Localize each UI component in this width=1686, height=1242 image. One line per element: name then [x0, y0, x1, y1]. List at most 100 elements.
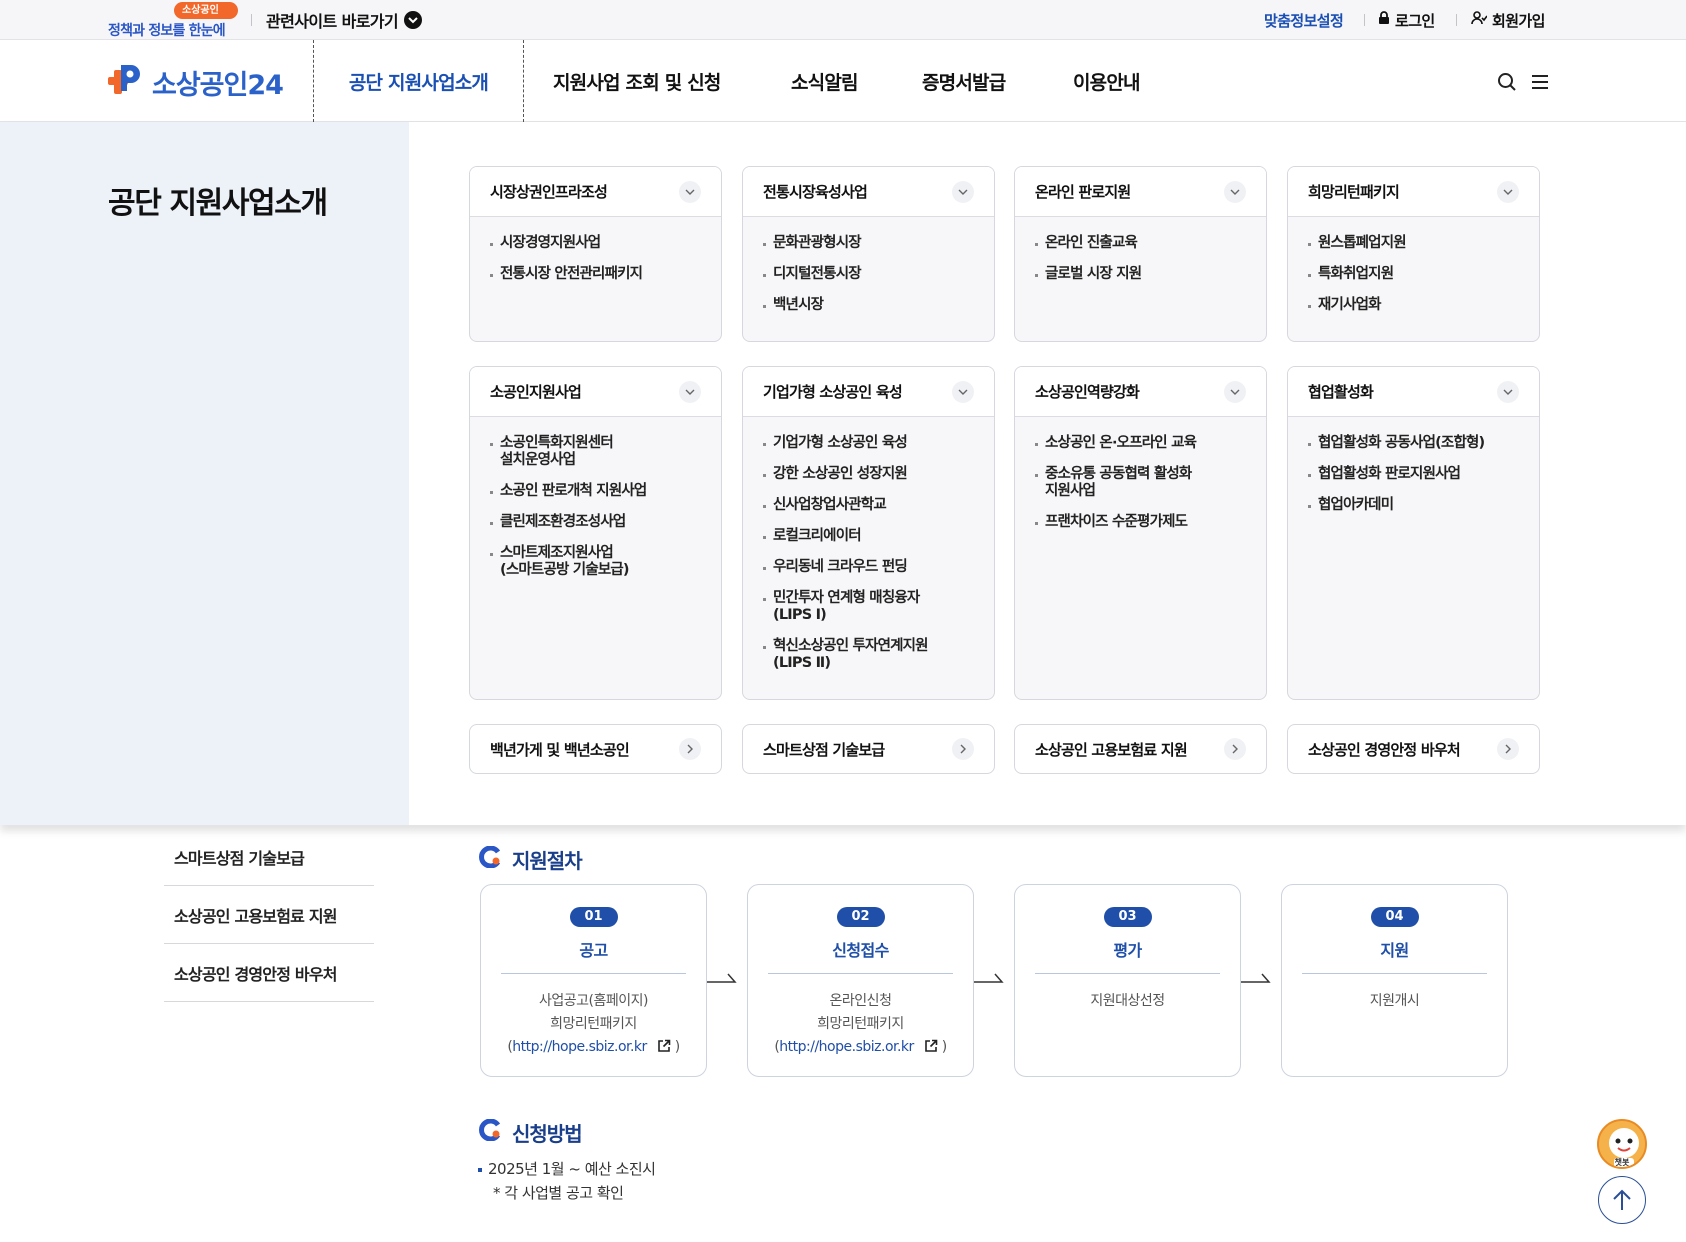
chevron-down-icon[interactable]	[1497, 380, 1519, 403]
category-item[interactable]: 백년시장	[763, 297, 976, 314]
login-label: 로그인	[1395, 11, 1435, 30]
step-desc-line: 온라인신청	[829, 993, 892, 1009]
category-card-header[interactable]: 협업활성화	[1288, 367, 1539, 417]
apply-period: 2025년 1월 ~ 예산 소진시	[478, 1158, 656, 1179]
chevron-right-icon	[1224, 738, 1246, 760]
arrow-right-icon	[1241, 973, 1271, 983]
category-item[interactable]: 중소유통 공동협력 활성화 지원사업	[1035, 466, 1248, 500]
category-title: 협업활성화	[1308, 383, 1374, 401]
category-item[interactable]: 원스톱폐업지원	[1308, 235, 1521, 252]
category-item[interactable]: 협업아카데미	[1308, 497, 1521, 514]
chevron-down-icon[interactable]	[952, 180, 974, 203]
category-item[interactable]: 온라인 진출교육	[1035, 235, 1248, 252]
chevron-down-icon[interactable]	[679, 180, 701, 203]
category-item[interactable]: 소상공인 온·오프라인 교육	[1035, 435, 1248, 452]
category-title: 기업가형 소상공인 육성	[763, 383, 903, 401]
section-mark-icon	[478, 845, 502, 873]
category-item[interactable]: 신사업창업사관학교	[763, 497, 976, 514]
category-card-header[interactable]: 시장상권인프라조성	[470, 167, 721, 217]
chevron-down-icon[interactable]	[1224, 180, 1246, 203]
divider	[501, 973, 686, 974]
category-card-header[interactable]: 소상공인역량강화	[1015, 367, 1266, 417]
chatbot-button[interactable]: 챗봇	[1597, 1119, 1647, 1169]
category-item[interactable]: 디지털전통시장	[763, 266, 976, 283]
category-item[interactable]: 전통시장 안전관리패키지	[490, 266, 703, 283]
category-item[interactable]: 재기사업화	[1308, 297, 1521, 314]
chevron-down-icon[interactable]	[1224, 380, 1246, 403]
procedure-title-label: 지원절차	[512, 849, 583, 873]
category-card-header[interactable]: 기업가형 소상공인 육성	[743, 367, 994, 417]
category-list: 소상공인 온·오프라인 교육 중소유통 공동협력 활성화 지원사업 프랜차이즈 …	[1015, 417, 1266, 531]
category-card-header[interactable]: 온라인 판로지원	[1015, 167, 1266, 217]
step-description: 지원대상선정	[1015, 990, 1240, 1013]
category-card: 소공인지원사업 소공인특화지원센터 설치운영사업 소공인 판로개척 지원사업 클…	[469, 366, 722, 700]
chevron-down-icon[interactable]	[1497, 180, 1519, 203]
category-item[interactable]: 강한 소상공인 성장지원	[763, 466, 976, 483]
hope-site-link[interactable]: http://hope.sbiz.or.kr	[512, 1039, 647, 1055]
category-item[interactable]: 스마트제조지원사업 (스마트공방 기술보급)	[490, 545, 703, 579]
divider	[1364, 14, 1365, 26]
step-desc-line: 지원개시	[1369, 993, 1420, 1009]
logo-mark-icon	[108, 60, 148, 104]
category-card-header[interactable]: 소공인지원사업	[470, 367, 721, 417]
menu-icon[interactable]	[1528, 70, 1552, 94]
scroll-to-top-button[interactable]	[1598, 1176, 1646, 1224]
step-name: 평가	[1113, 941, 1142, 960]
related-sites-button[interactable]: 관련사이트 바로가기	[266, 8, 423, 32]
category-item[interactable]: 클린제조환경조성사업	[490, 514, 703, 531]
category-link-card[interactable]: 소상공인 고용보험료 지원	[1014, 724, 1267, 774]
chevron-right-icon	[952, 738, 974, 760]
promo-link[interactable]: 소상공인24 정책과 정보를 한눈에	[108, 1, 238, 39]
category-item[interactable]: 글로벌 시장 지원	[1035, 266, 1248, 283]
chevron-down-icon[interactable]	[679, 380, 701, 403]
category-link-card[interactable]: 백년가게 및 백년소공인	[469, 724, 722, 774]
category-item[interactable]: 소공인특화지원센터 설치운영사업	[490, 435, 703, 469]
category-card-header[interactable]: 희망리턴패키지	[1288, 167, 1539, 217]
category-item[interactable]: 로컬크리에이터	[763, 528, 976, 545]
category-item[interactable]: 시장경영지원사업	[490, 235, 703, 252]
category-item[interactable]: 협업활성화 판로지원사업	[1308, 466, 1521, 483]
lock-icon	[1378, 11, 1390, 29]
chevron-down-icon[interactable]	[952, 380, 974, 403]
lnb-item-employment-insurance[interactable]: 소상공인 고용보험료 지원	[164, 886, 374, 944]
step-desc-line: 사업공고(홈페이지)	[539, 993, 648, 1009]
lnb-item-stability-voucher[interactable]: 소상공인 경영안정 바우처	[164, 944, 374, 1002]
gnb-item-guide[interactable]: 이용안내	[1073, 40, 1141, 122]
gnb-item-support-search[interactable]: 지원사업 조회 및 신청	[553, 40, 721, 122]
signup-link[interactable]: 회원가입	[1471, 8, 1545, 32]
category-item[interactable]: 문화관광형시장	[763, 235, 976, 252]
category-item[interactable]: 기업가형 소상공인 육성	[763, 435, 976, 452]
login-link[interactable]: 로그인	[1378, 8, 1435, 32]
custom-info-link[interactable]: 맞춤정보설정	[1264, 8, 1344, 32]
category-item[interactable]: 특화취업지원	[1308, 266, 1521, 283]
external-link-icon[interactable]	[918, 1039, 938, 1055]
gnb-item-certificate[interactable]: 증명서발급	[922, 40, 1006, 122]
category-link-card[interactable]: 스마트상점 기술보급	[742, 724, 995, 774]
procedure-title: 지원절차	[478, 845, 583, 874]
step-url-line: (http://hope.sbiz.or.kr )	[774, 1039, 947, 1055]
category-list: 협업활성화 공동사업(조합형) 협업활성화 판로지원사업 협업아카데미	[1288, 417, 1539, 514]
category-list: 온라인 진출교육 글로벌 시장 지원	[1015, 217, 1266, 283]
category-item[interactable]: 소공인 판로개척 지원사업	[490, 483, 703, 500]
step-name: 공고	[579, 941, 608, 960]
search-icon[interactable]	[1495, 70, 1519, 94]
category-item[interactable]: 협업활성화 공동사업(조합형)	[1308, 435, 1521, 452]
category-item[interactable]: 혁신소상공인 투자연계지원 (LIPS Ⅱ)	[763, 638, 976, 672]
step-name: 지원	[1380, 941, 1409, 960]
hope-site-link[interactable]: http://hope.sbiz.or.kr	[779, 1039, 914, 1055]
category-item[interactable]: 프랜차이즈 수준평가제도	[1035, 514, 1248, 531]
category-card: 온라인 판로지원 온라인 진출교육 글로벌 시장 지원	[1014, 166, 1267, 342]
category-link-card[interactable]: 소상공인 경영안정 바우처	[1287, 724, 1540, 774]
site-logo[interactable]: 소상공인24	[108, 60, 284, 104]
category-item[interactable]: 우리동네 크라우드 펀딩	[763, 559, 976, 576]
category-link-label: 소상공인 고용보험료 지원	[1035, 740, 1188, 759]
external-link-icon[interactable]	[651, 1039, 671, 1055]
gnb-item-support-intro[interactable]: 공단 지원사업소개	[313, 40, 524, 122]
mega-menu-title: 공단 지원사업소개	[108, 186, 328, 221]
apply-method-title-label: 신청방법	[512, 1122, 583, 1146]
category-card-header[interactable]: 전통시장육성사업	[743, 167, 994, 217]
lnb-item-smart-store[interactable]: 스마트상점 기술보급	[164, 828, 374, 886]
gnb-item-news[interactable]: 소식알림	[791, 40, 859, 122]
category-item[interactable]: 민간투자 연계형 매칭융자 (LIPS Ⅰ)	[763, 590, 976, 624]
section-mark-icon	[478, 1118, 502, 1146]
